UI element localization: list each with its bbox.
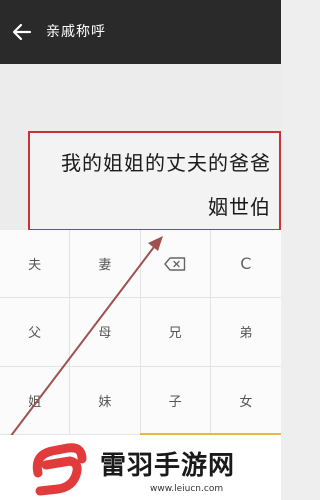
key-mother[interactable]: 母 [70, 298, 141, 367]
page-title: 亲戚称呼 [46, 24, 106, 40]
key-wife[interactable]: 妻 [70, 230, 141, 299]
clear-button[interactable]: C [210, 230, 281, 299]
key-younger-sister[interactable]: 妹 [70, 366, 141, 435]
relation-keypad: 夫 妻 C 父 母 兄 弟 姐 妹 子 女 [0, 230, 281, 435]
key-younger-brother[interactable]: 弟 [210, 298, 281, 367]
key-elder-sister[interactable]: 姐 [0, 366, 71, 435]
backspace-icon [164, 256, 186, 271]
key-elder-brother[interactable]: 兄 [140, 298, 211, 367]
key-son[interactable]: 子 [140, 366, 211, 435]
backspace-button[interactable] [140, 230, 211, 299]
app-bar: 亲戚称呼 [0, 0, 281, 64]
site-name: 雷羽手游网 [100, 451, 236, 481]
relation-result: 姻世伯 [208, 195, 271, 219]
key-father[interactable]: 父 [0, 298, 71, 367]
relation-expression: 我的姐姐的丈夫的爸爸 [61, 151, 271, 175]
key-daughter[interactable]: 女 [210, 367, 281, 435]
site-url: www.leiucn.com [150, 484, 224, 494]
result-highlight-box: 我的姐姐的丈夫的爸爸 姻世伯 [28, 131, 281, 231]
key-husband[interactable]: 夫 [0, 230, 71, 299]
site-logo-icon [32, 443, 87, 496]
watermark-banner: 雷羽手游网 www.leiucn.com [0, 435, 281, 500]
back-arrow-icon[interactable] [10, 20, 34, 44]
